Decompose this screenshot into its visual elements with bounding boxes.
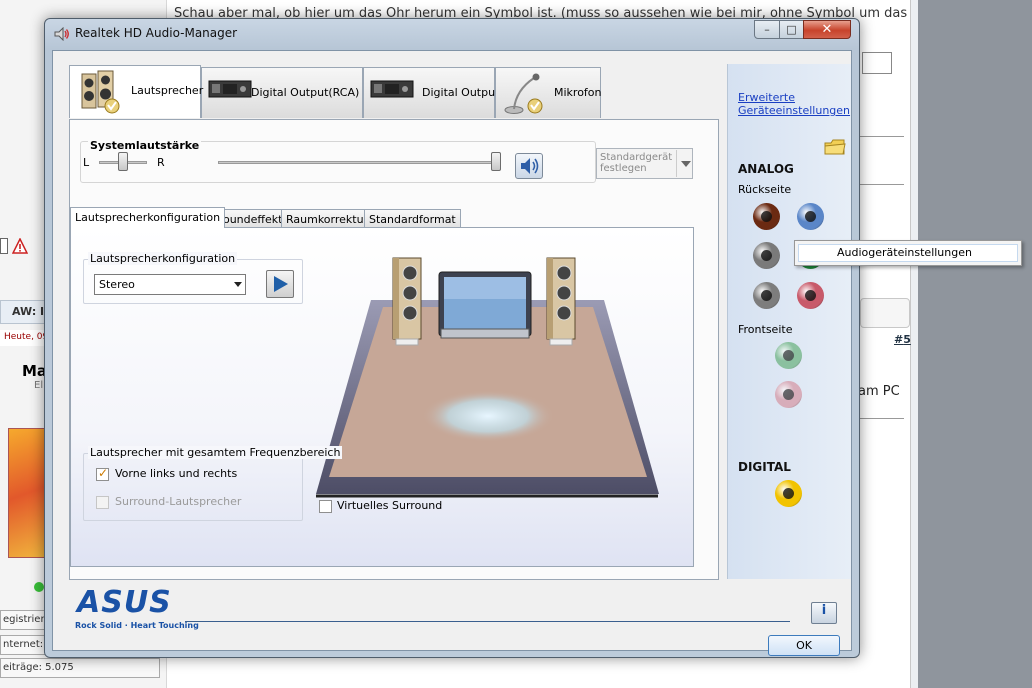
forum-divider <box>860 136 904 137</box>
asus-tagline: Rock Solid · Heart Touching <box>75 621 199 630</box>
minimize-button[interactable]: – <box>754 20 780 39</box>
forum-post-title[interactable]: AW: I <box>12 305 44 318</box>
context-menu: Audiogeräteinstellungen <box>794 240 1022 266</box>
forum-divider <box>860 418 904 419</box>
front-left-right-label: Vorne links und rechts <box>115 467 238 480</box>
speaker-config-group: Lautsprecherkonfiguration Stereo <box>83 252 303 304</box>
rear-jack-6[interactable] <box>797 282 824 309</box>
tab-label: Lautsprecher <box>131 84 204 97</box>
tab-label: Mikrofon <box>554 86 602 99</box>
system-volume-label: Systemlautstärke <box>88 139 202 152</box>
rear-jack-5[interactable] <box>753 282 780 309</box>
tab-standardformat[interactable]: Standardformat <box>364 209 461 228</box>
chevron-down-icon[interactable] <box>676 150 692 177</box>
footer-divider <box>185 621 790 622</box>
front-jack-2[interactable] <box>775 381 802 408</box>
forum-input-box[interactable] <box>862 52 892 74</box>
maximize-icon: □ <box>786 23 797 36</box>
tab-digital-output-rca[interactable]: Digital Output(RCA) <box>201 67 363 118</box>
digital-heading: DIGITAL <box>738 460 791 474</box>
front-panel-label: Frontseite <box>738 323 793 336</box>
window-title: Realtek HD Audio-Manager <box>75 26 238 40</box>
close-icon: ✕ <box>821 22 833 37</box>
post-number-link[interactable]: 5 <box>903 333 911 346</box>
balance-right-label: R <box>157 156 165 169</box>
asus-logo: ASUS <box>77 585 172 620</box>
virtual-surround-label: Virtuelles Surround <box>337 499 443 512</box>
forum-user-rank: El <box>34 380 44 391</box>
folder-icon[interactable] <box>824 138 846 156</box>
rear-jack-1[interactable] <box>753 203 780 230</box>
menu-item-audio-device-settings[interactable]: Audiogeräteinstellungen <box>798 244 1018 262</box>
play-test-button[interactable] <box>266 270 294 298</box>
surround-speakers-checkbox[interactable] <box>96 496 109 509</box>
speaker-config-label: Lautsprecherkonfiguration <box>88 252 238 265</box>
background-desktop <box>918 0 1032 688</box>
mute-button[interactable] <box>515 153 543 179</box>
minimize-icon: – <box>764 23 770 36</box>
tab-mikrofon[interactable]: Mikrofon <box>495 67 602 118</box>
fullrange-speakers-group: Lautsprecher mit gesamtem Frequenzbereic… <box>83 446 343 521</box>
tab-lautsprecher[interactable]: Lautsprecher <box>69 65 204 118</box>
speakers-icon <box>81 70 120 114</box>
volume-slider[interactable] <box>491 152 501 171</box>
maximize-button[interactable]: □ <box>779 20 804 39</box>
speaker-config-select[interactable]: Stereo <box>94 274 246 295</box>
info-button[interactable]: i <box>811 602 837 624</box>
forum-checkbox[interactable] <box>0 238 8 254</box>
info-icon: i <box>821 603 827 618</box>
fullrange-speakers-label: Lautsprecher mit gesamtem Frequenzbereic… <box>88 446 343 459</box>
close-button[interactable]: ✕ <box>803 20 851 39</box>
microphone-icon <box>504 73 543 114</box>
tab-label: Digital Output(RCA) <box>251 86 360 99</box>
forum-post-header <box>860 298 910 328</box>
speaker-panel: Systemlautstärke L R Standardgerät festl… <box>69 119 719 580</box>
warning-icon[interactable] <box>12 238 28 254</box>
set-default-device-button[interactable]: Standardgerät festlegen <box>596 148 693 179</box>
tab-lautsprecherkonfiguration[interactable]: Lautsprecherkonfiguration <box>70 207 226 228</box>
volume-track[interactable] <box>218 161 500 164</box>
avatar[interactable] <box>8 428 48 558</box>
digital-device-icon <box>370 80 414 98</box>
front-left-right-checkbox[interactable] <box>96 466 109 481</box>
post-number[interactable]: #5 <box>894 333 911 346</box>
chevron-down-icon <box>234 282 242 287</box>
online-status-icon <box>34 582 44 592</box>
front-jack-1[interactable] <box>775 342 802 369</box>
speaker-volume-icon <box>521 158 539 174</box>
speaker-icon <box>54 27 69 41</box>
balance-left-label: L <box>83 156 90 169</box>
speaker-config-value: Stereo <box>99 278 135 291</box>
forum-divider <box>860 184 904 185</box>
user-info-posts: eiträge: 5.075 <box>0 658 160 678</box>
tab-digital-output[interactable]: Digital Output <box>363 67 499 118</box>
forum-post-snippet: am PC <box>858 384 900 399</box>
set-default-device-label: Standardgerät festlegen <box>600 152 673 174</box>
advanced-settings-link[interactable]: Erweiterte Geräteeinstellungen <box>738 91 850 117</box>
analog-heading: ANALOG <box>738 162 794 176</box>
rear-panel-label: Rückseite <box>738 183 792 196</box>
background-scrollbar[interactable] <box>910 0 918 688</box>
rear-jack-3[interactable] <box>753 242 780 269</box>
balance-slider[interactable] <box>118 152 128 171</box>
rear-jack-2[interactable] <box>797 203 824 230</box>
window-titlebar[interactable]: Realtek HD Audio-Manager – □ ✕ <box>45 19 859 49</box>
ok-button[interactable]: OK <box>768 635 840 656</box>
speaker-config-panel: Lautsprecherkonfiguration Stereo Lautspr… <box>70 227 694 567</box>
digital-device-icon <box>208 80 252 98</box>
realtek-window: Realtek HD Audio-Manager – □ ✕ Lautsprec… <box>44 18 860 658</box>
tab-label: Digital Output <box>422 86 500 99</box>
virtual-surround-checkbox[interactable] <box>319 500 332 513</box>
post-number-prefix: # <box>894 333 904 346</box>
digital-jack[interactable] <box>775 480 802 507</box>
window-client-area: Lautsprecher Digital Output(RCA) Digital… <box>52 50 852 656</box>
surround-speakers-label: Surround-Lautsprecher <box>115 495 242 508</box>
room-illustration <box>316 257 659 498</box>
connector-panel: Erweiterte Geräteeinstellungen ANALOG Rü… <box>727 64 851 579</box>
tab-raumkorrektur[interactable]: Raumkorrektur <box>281 209 374 228</box>
